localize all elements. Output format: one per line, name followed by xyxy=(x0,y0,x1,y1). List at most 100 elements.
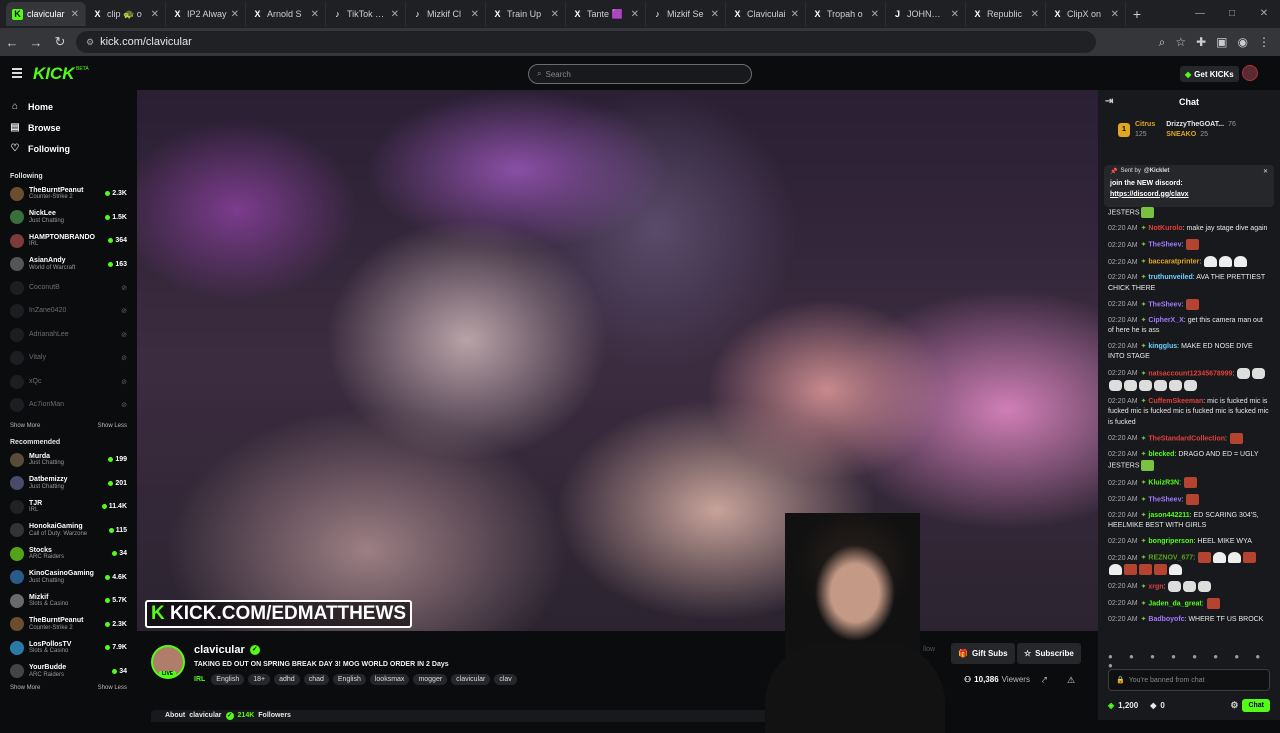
video-player[interactable]: K KICK.COM/EDMATTHEWS xyxy=(137,90,1098,631)
sidebar-channel-item[interactable]: NickLee Just Chatting 1.5K xyxy=(10,206,137,230)
subscribe-button[interactable]: ☆ Subscribe xyxy=(1017,643,1081,664)
message-username[interactable]: TheSheev xyxy=(1148,301,1181,308)
stream-tag[interactable]: English xyxy=(332,674,366,685)
message-username[interactable]: Jaden_da_great xyxy=(1148,600,1201,607)
message-username[interactable]: REZNOV_677 xyxy=(1148,555,1193,562)
browser-tab[interactable]: ♪ Mizkif Cl ✕ xyxy=(406,2,486,26)
tab-close-icon[interactable]: ✕ xyxy=(631,9,639,20)
stream-tag[interactable]: clav xyxy=(494,674,517,685)
browser-tab[interactable]: ♪ Mizkif Se ✕ xyxy=(646,2,726,26)
sidepanel-icon[interactable]: ▣ xyxy=(1216,35,1227,50)
message-username[interactable]: TheSheev xyxy=(1148,496,1181,503)
chat-send-button[interactable]: Chat xyxy=(1242,698,1270,712)
sidebar-channel-item[interactable]: TheBurntPeanut Counter-Strike 2 2.3K xyxy=(10,182,137,206)
sidebar-nav-home[interactable]: ⌂ Home xyxy=(10,96,137,117)
kick-logo[interactable]: KICK xyxy=(33,64,75,84)
message-username[interactable]: NotKurolo xyxy=(1148,225,1182,232)
browser-tab[interactable]: X Claviculai ✕ xyxy=(726,2,806,26)
stream-tag[interactable]: looksmax xyxy=(369,674,410,685)
message-username[interactable]: natsaccount12345678999 xyxy=(1148,370,1232,377)
tab-close-icon[interactable]: ✕ xyxy=(311,9,319,20)
sidebar-channel-item[interactable]: Murda Just Chatting 199 xyxy=(10,448,137,472)
message-username[interactable]: KluizR3N xyxy=(1148,480,1179,487)
tab-close-icon[interactable]: ✕ xyxy=(471,9,479,20)
sidebar-channel-item[interactable]: Mizkif Slots & Casino 5.7K xyxy=(10,589,137,613)
show-more-recommended[interactable]: Show More xyxy=(10,685,40,691)
sidebar-nav-browse[interactable]: ▤ Browse xyxy=(10,117,137,138)
browser-tab[interactable]: X IP2 Alway ✕ xyxy=(166,2,246,26)
follow-button[interactable]: llow xyxy=(923,646,935,653)
share-icon[interactable]: ⤤ xyxy=(1042,675,1047,686)
browser-tab[interactable]: X Train Up ✕ xyxy=(486,2,566,26)
tab-close-icon[interactable]: ✕ xyxy=(391,9,399,20)
sidebar-channel-item[interactable]: YourBudde ARC Raiders 34 xyxy=(10,660,137,684)
sidebar-nav-following[interactable]: ♡ Following xyxy=(10,138,137,159)
sidebar-channel-item[interactable]: TheBurntPeanut Counter-Strike 2 2.3K xyxy=(10,613,137,637)
back-icon[interactable]: ← xyxy=(0,35,24,50)
tab-close-icon[interactable]: ✕ xyxy=(711,9,719,20)
browser-tab[interactable]: X Tante 🟪 ✕ xyxy=(566,2,646,26)
sidebar-channel-item[interactable]: LosPollosTV Slots & Casino 7.9K xyxy=(10,636,137,660)
sidebar-channel-item[interactable]: Datbemizzy Just Chatting 201 xyxy=(10,472,137,496)
profile-icon[interactable]: ◉ xyxy=(1238,35,1248,50)
message-username[interactable]: xrgn xyxy=(1148,583,1163,590)
points-value[interactable]: 1,200 xyxy=(1118,701,1138,710)
show-less-recommended[interactable]: Show Less xyxy=(98,685,127,691)
stream-category[interactable]: IRL xyxy=(194,676,205,683)
collapse-chat-icon[interactable]: ⇥ xyxy=(1105,96,1113,107)
message-username[interactable]: CipherX_X xyxy=(1148,317,1183,324)
url-field[interactable]: ⚙ kick.com/clavicular xyxy=(76,31,1096,53)
maximize-icon[interactable]: □ xyxy=(1216,0,1248,28)
sidebar-channel-item[interactable]: HonokaiGaming Call of Duty: Warzone 115 xyxy=(10,519,137,543)
message-username[interactable]: baccaratprinter xyxy=(1148,259,1199,266)
browser-tab[interactable]: J JOHNNY o ✕ xyxy=(886,2,966,26)
stream-tag[interactable]: clavicular xyxy=(451,674,491,685)
tab-close-icon[interactable]: ✕ xyxy=(791,9,799,20)
stream-tag[interactable]: mogger xyxy=(413,674,448,685)
sidebar-channel-offline[interactable]: InZane0420 ⊘ xyxy=(10,300,137,324)
close-window-icon[interactable]: ✕ xyxy=(1248,0,1280,28)
show-more-following[interactable]: Show More xyxy=(10,423,40,429)
bookmark-star-icon[interactable]: ☆ xyxy=(1175,35,1186,50)
report-icon[interactable]: ⚠ xyxy=(1067,675,1075,686)
sidebar-channel-item[interactable]: HAMPTONBRANDO IRL 364 xyxy=(10,229,137,253)
channel-name[interactable]: clavicular xyxy=(194,644,245,656)
stream-tag[interactable]: English xyxy=(211,674,245,685)
chat-input[interactable]: 🔒 You're banned from chat xyxy=(1108,669,1270,691)
sidebar-channel-offline[interactable]: Vitaly ⊘ xyxy=(10,347,137,371)
message-username[interactable]: Badboyofc xyxy=(1148,616,1184,623)
message-username[interactable]: CuffemSkeeman xyxy=(1148,398,1203,405)
browser-tab[interactable]: X Tropah o ✕ xyxy=(806,2,886,26)
quick-emotes-bar[interactable]: ● ● ● ● ● ● ● ● ● xyxy=(1108,652,1280,670)
gift-subs-button[interactable]: 🎁 Gift Subs xyxy=(951,643,1015,664)
sidebar-channel-offline[interactable]: xQc ⊘ xyxy=(10,370,137,394)
message-username[interactable]: TheSheev xyxy=(1148,242,1181,249)
tab-close-icon[interactable]: ✕ xyxy=(151,9,159,20)
message-username[interactable]: truthunveiled xyxy=(1148,274,1192,281)
browser-tab[interactable]: X Arnold S ✕ xyxy=(246,2,326,26)
search-input[interactable]: ⌕ Search xyxy=(528,64,752,84)
reload-icon[interactable]: ↻ xyxy=(48,34,72,50)
tab-close-icon[interactable]: ✕ xyxy=(1031,9,1039,20)
gifter-name[interactable]: Citrus xyxy=(1135,121,1155,128)
menu-icon[interactable] xyxy=(12,68,22,80)
sidebar-channel-item[interactable]: AsianAndy World of Warcraft 163 xyxy=(10,253,137,277)
message-username[interactable]: blecked xyxy=(1148,451,1174,458)
tab-close-icon[interactable]: ✕ xyxy=(1111,9,1119,20)
tab-close-icon[interactable]: ✕ xyxy=(951,9,959,20)
browser-menu-icon[interactable]: ⋮ xyxy=(1258,35,1270,50)
settings-icon[interactable]: ⚙ xyxy=(1230,700,1238,711)
stream-tag[interactable]: adhd xyxy=(274,674,300,685)
pinned-link[interactable]: https://discord.gg/clavx xyxy=(1110,190,1268,201)
message-username[interactable]: kingglus xyxy=(1148,343,1177,350)
sidebar-channel-offline[interactable]: CoconutB ⊘ xyxy=(10,276,137,300)
browser-tab[interactable]: Xclip 🐢 o ✕ xyxy=(86,2,166,26)
tab-close-icon[interactable]: ✕ xyxy=(551,9,559,20)
sidebar-channel-item[interactable]: TJR IRL 11.4K xyxy=(10,495,137,519)
gifter-name[interactable]: DrizzyTheGOAT... xyxy=(1166,121,1224,128)
forward-icon[interactable]: → xyxy=(24,35,48,50)
tab-close-icon[interactable]: ✕ xyxy=(871,9,879,20)
sidebar-channel-item[interactable]: Stocks ARC Raiders 34 xyxy=(10,542,137,566)
pinned-message[interactable]: 📌 Sent by @Kicklet ✕ join the NEW discor… xyxy=(1104,165,1274,207)
browser-tab[interactable]: ♪ TikTok - M ✕ xyxy=(326,2,406,26)
